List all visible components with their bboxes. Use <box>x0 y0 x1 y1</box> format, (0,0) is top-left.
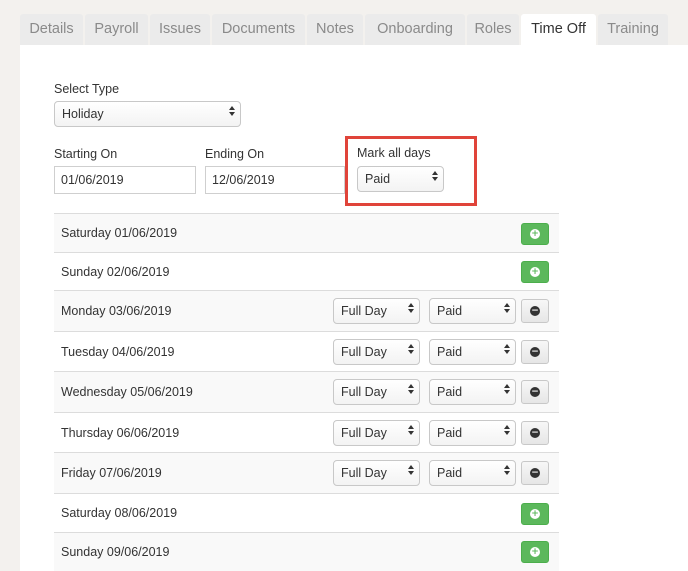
tab-issues[interactable]: Issues <box>150 14 210 45</box>
tab-training[interactable]: Training <box>598 14 668 45</box>
day-row: Tuesday 04/06/2019 Full Day Paid − <box>54 331 559 371</box>
tab-onboarding[interactable]: Onboarding <box>365 14 465 45</box>
mark-all-days-label: Mark all days <box>357 146 431 160</box>
duration-value: Full Day <box>341 466 387 480</box>
pay-select[interactable]: Paid <box>429 460 516 486</box>
updown-arrow-icon <box>408 465 414 475</box>
updown-arrow-icon <box>408 303 414 313</box>
tab-roles[interactable]: Roles <box>467 14 519 45</box>
updown-arrow-icon <box>408 425 414 435</box>
pay-value: Paid <box>437 426 463 440</box>
duration-value: Full Day <box>341 304 387 318</box>
day-date: Sunday 02/06/2019 <box>61 265 170 279</box>
time-off-panel: Select Type Holiday Starting On 01/06/20… <box>20 45 688 571</box>
mark-all-days-value: Paid <box>365 172 391 186</box>
ending-on-field[interactable]: 12/06/2019 <box>205 166 345 194</box>
duration-select[interactable]: Full Day <box>333 339 420 365</box>
pay-select[interactable]: Paid <box>429 379 516 405</box>
updown-arrow-icon <box>504 384 510 394</box>
plus-circle-icon: + <box>530 509 540 519</box>
tab-documents[interactable]: Documents <box>212 14 305 45</box>
add-day-button[interactable]: + <box>521 223 549 245</box>
day-row: Saturday 08/06/2019 + <box>54 493 559 532</box>
day-row: Saturday 01/06/2019 + <box>54 213 559 252</box>
remove-day-button[interactable]: − <box>521 299 549 323</box>
minus-circle-icon: − <box>530 347 540 357</box>
day-row: Sunday 02/06/2019 + <box>54 252 559 290</box>
select-type-value: Holiday <box>62 107 104 121</box>
remove-day-button[interactable]: − <box>521 421 549 445</box>
updown-arrow-icon <box>504 303 510 313</box>
remove-day-button[interactable]: − <box>521 380 549 404</box>
day-date: Wednesday 05/06/2019 <box>61 385 193 399</box>
starting-on-label: Starting On <box>54 147 118 161</box>
plus-circle-icon: + <box>530 229 540 239</box>
updown-arrow-icon <box>229 106 235 116</box>
day-date: Sunday 09/06/2019 <box>61 545 170 559</box>
starting-on-field[interactable]: 01/06/2019 <box>54 166 196 194</box>
remove-day-button[interactable]: − <box>521 461 549 485</box>
add-day-button[interactable]: + <box>521 503 549 525</box>
duration-select[interactable]: Full Day <box>333 379 420 405</box>
select-type-label: Select Type <box>54 82 120 96</box>
add-day-button[interactable]: + <box>521 541 549 563</box>
remove-day-button[interactable]: − <box>521 340 549 364</box>
updown-arrow-icon <box>504 465 510 475</box>
tab-notes[interactable]: Notes <box>307 14 363 45</box>
day-row: Monday 03/06/2019 Full Day Paid − <box>54 290 559 331</box>
tab-payroll[interactable]: Payroll <box>85 14 148 45</box>
duration-value: Full Day <box>341 385 387 399</box>
duration-select[interactable]: Full Day <box>333 460 420 486</box>
duration-value: Full Day <box>341 345 387 359</box>
days-list: Saturday 01/06/2019 + Sunday 02/06/2019 … <box>54 213 559 571</box>
day-date: Saturday 08/06/2019 <box>61 506 178 520</box>
select-type-dropdown[interactable]: Holiday <box>54 101 241 127</box>
day-row: Sunday 09/06/2019 + <box>54 532 559 571</box>
updown-arrow-icon <box>408 384 414 394</box>
duration-value: Full Day <box>341 426 387 440</box>
updown-arrow-icon <box>504 425 510 435</box>
day-date: Tuesday 04/06/2019 <box>61 345 175 359</box>
pay-select[interactable]: Paid <box>429 339 516 365</box>
day-date: Thursday 06/06/2019 <box>61 426 180 440</box>
day-date: Saturday 01/06/2019 <box>61 226 178 240</box>
pay-value: Paid <box>437 304 463 318</box>
updown-arrow-icon <box>504 344 510 354</box>
ending-on-label: Ending On <box>205 147 265 161</box>
add-day-button[interactable]: + <box>521 261 549 283</box>
plus-circle-icon: + <box>530 547 540 557</box>
pay-select[interactable]: Paid <box>429 298 516 324</box>
updown-arrow-icon <box>408 344 414 354</box>
pay-value: Paid <box>437 385 463 399</box>
minus-circle-icon: − <box>530 468 540 478</box>
pay-select[interactable]: Paid <box>429 420 516 446</box>
pay-value: Paid <box>437 466 463 480</box>
day-row: Wednesday 05/06/2019 Full Day Paid − <box>54 371 559 412</box>
minus-circle-icon: − <box>530 306 540 316</box>
mark-all-days-dropdown[interactable]: Paid <box>357 166 444 192</box>
pay-value: Paid <box>437 345 463 359</box>
tab-time-off[interactable]: Time Off <box>521 14 596 46</box>
day-row: Friday 07/06/2019 Full Day Paid − <box>54 452 559 493</box>
duration-select[interactable]: Full Day <box>333 420 420 446</box>
duration-select[interactable]: Full Day <box>333 298 420 324</box>
updown-arrow-icon <box>432 171 438 181</box>
day-row: Thursday 06/06/2019 Full Day Paid − <box>54 412 559 452</box>
day-date: Friday 07/06/2019 <box>61 466 162 480</box>
tab-details[interactable]: Details <box>20 14 83 45</box>
minus-circle-icon: − <box>530 387 540 397</box>
day-date: Monday 03/06/2019 <box>61 304 172 318</box>
minus-circle-icon: − <box>530 428 540 438</box>
plus-circle-icon: + <box>530 267 540 277</box>
